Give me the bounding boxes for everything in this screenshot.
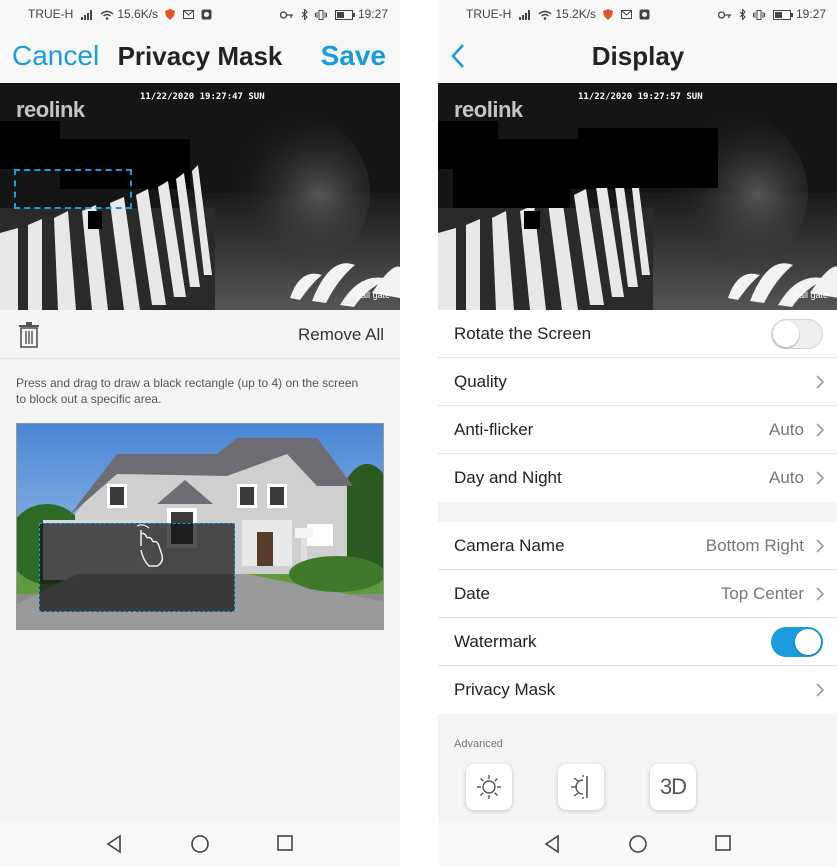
app-icon (639, 9, 650, 20)
advanced-section-label: Advanced (454, 738, 503, 750)
section-separator (438, 502, 837, 522)
key-icon (279, 11, 293, 19)
settings-list: Rotate the Screen Quality Anti-flicker A… (438, 310, 837, 714)
camera-name-overlay: hall gate (355, 290, 390, 300)
nav-bar: Cancel Privacy Mask Save (0, 28, 400, 83)
bluetooth-icon (301, 9, 308, 21)
chevron-right-icon (816, 539, 824, 553)
watermark-label: Watermark (454, 632, 537, 651)
date-row[interactable]: Date Top Center (438, 570, 837, 618)
back-triangle-icon[interactable] (105, 834, 123, 854)
display-settings-screen: TRUE-H 15.2K/s 19:27 Display reolink 11/… (438, 0, 837, 867)
home-circle-icon[interactable] (628, 834, 648, 854)
bluetooth-icon (739, 9, 746, 21)
chevron-right-icon (816, 683, 824, 697)
privacy-mask-label: Privacy Mask (454, 680, 556, 699)
mail-icon (182, 10, 194, 20)
backlight-icon (571, 775, 588, 799)
network-speed: 15.2K/s (555, 7, 597, 21)
chevron-right-icon (816, 471, 824, 485)
camera-timestamp: 11/22/2020 19:27:57 SUN (578, 92, 703, 102)
shield-app-icon (165, 9, 176, 21)
trash-icon[interactable] (18, 322, 40, 348)
watermark-toggle[interactable] (771, 627, 823, 657)
3d-label: 3D (659, 774, 687, 799)
nav-bar: Display (438, 28, 837, 83)
home-circle-icon[interactable] (190, 834, 210, 854)
anti-flicker-value: Auto (769, 420, 804, 439)
shield-app-icon (603, 9, 614, 21)
recents-square-icon[interactable] (714, 834, 732, 852)
remove-all-button[interactable]: Remove All (298, 325, 384, 345)
wifi-icon (100, 10, 114, 20)
status-bar: TRUE-H 15.2K/s 19:27 (438, 0, 837, 28)
vibrate-icon (753, 9, 766, 20)
carrier-label: TRUE-H (28, 7, 74, 21)
camera-preview[interactable]: reolink 11/22/2020 19:27:47 SUN hall gat… (0, 83, 400, 310)
3d-noise-reduction-button[interactable]: 3D (650, 764, 696, 810)
anti-flicker-row[interactable]: Anti-flicker Auto (438, 406, 837, 454)
clock: 19:27 (795, 7, 826, 21)
day-night-label: Day and Night (454, 468, 562, 487)
rotate-screen-toggle[interactable] (771, 319, 823, 349)
key-icon (717, 11, 731, 19)
day-night-row[interactable]: Day and Night Auto (438, 454, 837, 502)
network-speed: 15.6K/s (117, 7, 159, 21)
chevron-right-icon (816, 423, 824, 437)
quality-label: Quality (454, 372, 507, 391)
date-value: Top Center (720, 584, 804, 603)
camera-name-row[interactable]: Camera Name Bottom Right (438, 522, 837, 570)
clock: 19:27 (357, 7, 388, 21)
system-nav-bar (438, 822, 837, 867)
signal-icon (80, 9, 92, 20)
system-nav-bar (0, 822, 400, 867)
example-illustration (16, 423, 384, 630)
backlight-button[interactable] (558, 764, 604, 810)
camera-timestamp: 11/22/2020 19:27:47 SUN (140, 92, 265, 102)
rotate-screen-label: Rotate the Screen (454, 324, 592, 343)
recents-square-icon[interactable] (276, 834, 294, 852)
date-label: Date (454, 584, 490, 603)
chevron-right-icon (816, 587, 824, 601)
privacy-mask-screen: TRUE-H 15.6K/s 19:27 Cancel Privacy Mask… (0, 0, 400, 867)
vibrate-icon (315, 9, 328, 20)
battery-icon (772, 9, 793, 20)
rotate-screen-row[interactable]: Rotate the Screen (438, 310, 837, 358)
mail-icon (620, 10, 632, 20)
chevron-right-icon (816, 375, 824, 389)
privacy-mask-rect[interactable] (14, 169, 132, 209)
anti-flicker-label: Anti-flicker (454, 420, 534, 439)
carrier-label: TRUE-H (466, 7, 512, 21)
watermark-row[interactable]: Watermark (438, 618, 837, 666)
brightness-button[interactable] (466, 764, 512, 810)
drag-gesture-icon (136, 524, 164, 567)
app-icon (201, 9, 212, 20)
reolink-logo: reolink (16, 97, 85, 122)
wifi-icon (538, 10, 552, 20)
instruction-text: Press and drag to draw a black rectangle… (16, 376, 359, 406)
toggle-knob (773, 321, 799, 347)
privacy-mask-row[interactable]: Privacy Mask (438, 666, 837, 714)
day-night-value: Auto (769, 468, 804, 487)
reolink-logo: reolink (454, 97, 523, 122)
status-bar: TRUE-H 15.6K/s 19:27 (0, 0, 400, 28)
quality-row[interactable]: Quality (438, 358, 837, 406)
camera-name-label: Camera Name (454, 536, 565, 555)
mask-toolbar: Remove All (0, 310, 400, 359)
signal-icon (518, 9, 530, 20)
save-button[interactable]: Save (321, 40, 386, 72)
camera-name-value: Bottom Right (705, 536, 804, 555)
battery-icon (334, 9, 355, 20)
sun-icon (477, 775, 501, 799)
toggle-knob (795, 629, 821, 655)
page-title: Display (591, 41, 685, 71)
back-triangle-icon[interactable] (543, 834, 561, 854)
camera-name-overlay: hall gate (793, 290, 828, 300)
camera-preview: reolink 11/22/2020 19:27:57 SUN hall gat… (438, 83, 837, 310)
